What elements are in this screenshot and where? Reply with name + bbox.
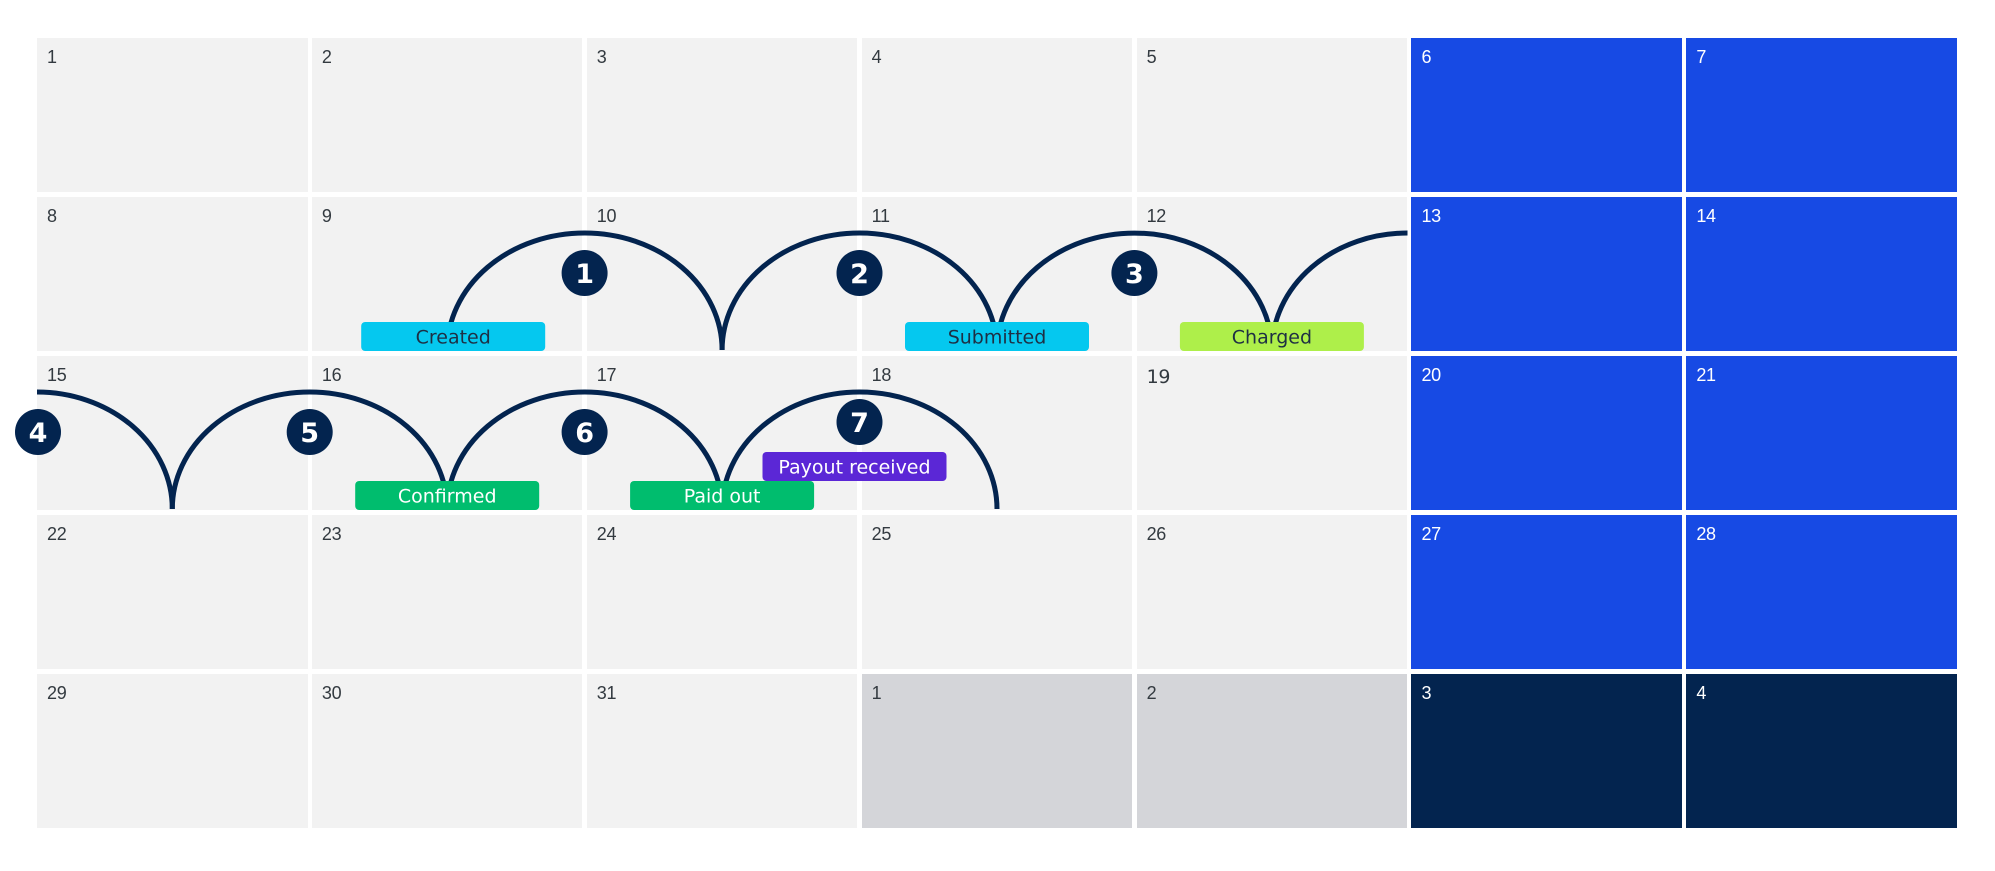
day-cell[interactable]: 4	[861, 38, 1133, 192]
day-cell[interactable]: 25	[861, 515, 1133, 669]
day-number: 29	[47, 683, 67, 703]
day-number: 16	[321, 365, 342, 385]
day-number: 2	[1146, 683, 1157, 703]
day-number: 20	[1421, 365, 1441, 385]
day-number: 4	[1696, 683, 1707, 703]
day-number: 28	[1696, 524, 1716, 544]
day-cell[interactable]: 4	[1686, 674, 1957, 828]
day-number: 21	[1696, 365, 1716, 385]
day-number: 19	[1146, 366, 1171, 388]
day-cell[interactable]: 9	[311, 197, 583, 351]
day-cell[interactable]: 16	[311, 356, 583, 510]
day-cell[interactable]: 13	[1411, 197, 1683, 351]
day-cell[interactable]: 3	[1411, 674, 1683, 828]
day-cell[interactable]: 19	[1136, 356, 1408, 510]
day-cell[interactable]: 2	[1136, 674, 1408, 828]
day-cell[interactable]: 30	[311, 674, 583, 828]
day-number: 31	[596, 683, 617, 703]
day-number: 5	[1146, 47, 1157, 67]
day-cell[interactable]: 11	[861, 197, 1133, 351]
day-cell[interactable]: 24	[586, 515, 858, 669]
day-number: 4	[871, 47, 882, 67]
day-cell[interactable]: 20	[1411, 356, 1683, 510]
day-number: 18	[871, 365, 892, 385]
day-cell[interactable]: 29	[37, 674, 308, 828]
day-number: 14	[1696, 206, 1716, 226]
day-number: 8	[47, 206, 57, 226]
calendar-grid: 1 2 3 4 5 6 7 8 9 10 11 12 13 14 15 16 17 18 19 20 21 22 23 24 2…	[37, 38, 1957, 828]
day-number: 12	[1146, 206, 1167, 226]
day-cell[interactable]: 12	[1136, 197, 1408, 351]
day-cell[interactable]: 2	[311, 38, 583, 192]
day-cell[interactable]: 17	[586, 356, 858, 510]
day-number: 24	[596, 524, 617, 544]
day-number: 1	[871, 683, 882, 703]
day-cell[interactable]: 18	[861, 356, 1133, 510]
day-cell[interactable]: 3	[586, 38, 858, 192]
day-number: 30	[321, 683, 342, 703]
day-number: 17	[596, 365, 617, 385]
day-number: 26	[1146, 524, 1167, 544]
day-cell[interactable]: 15	[37, 356, 308, 510]
day-cell[interactable]: 21	[1686, 356, 1957, 510]
day-number: 25	[871, 524, 892, 544]
day-number: 15	[47, 365, 67, 385]
day-cell[interactable]: 10	[586, 197, 858, 351]
day-number: 13	[1421, 206, 1441, 226]
day-cell[interactable]: 14	[1686, 197, 1957, 351]
day-number: 23	[321, 524, 342, 544]
day-number: 10	[596, 206, 617, 226]
day-cell[interactable]: 6	[1411, 38, 1683, 192]
day-cell[interactable]: 22	[37, 515, 308, 669]
day-number: 3	[1421, 683, 1432, 703]
day-number: 3	[596, 47, 607, 67]
day-cell[interactable]: 1	[861, 674, 1133, 828]
day-cell[interactable]: 23	[311, 515, 583, 669]
day-number: 2	[321, 47, 332, 67]
day-number: 9	[321, 206, 332, 226]
day-cell[interactable]: 28	[1686, 515, 1957, 669]
day-number: 6	[1421, 47, 1432, 67]
day-cell[interactable]: 7	[1686, 38, 1957, 192]
day-cell[interactable]: 26	[1136, 515, 1408, 669]
day-number: 1	[47, 47, 57, 67]
day-number: 11	[871, 206, 890, 226]
day-number: 7	[1696, 47, 1707, 67]
day-cell[interactable]: 1	[37, 38, 308, 192]
day-cell[interactable]: 27	[1411, 515, 1683, 669]
day-number: 22	[47, 524, 67, 544]
day-number: 27	[1421, 524, 1441, 544]
day-cell[interactable]: 5	[1136, 38, 1408, 192]
day-cell[interactable]: 8	[37, 197, 308, 351]
day-cell[interactable]: 31	[586, 674, 858, 828]
